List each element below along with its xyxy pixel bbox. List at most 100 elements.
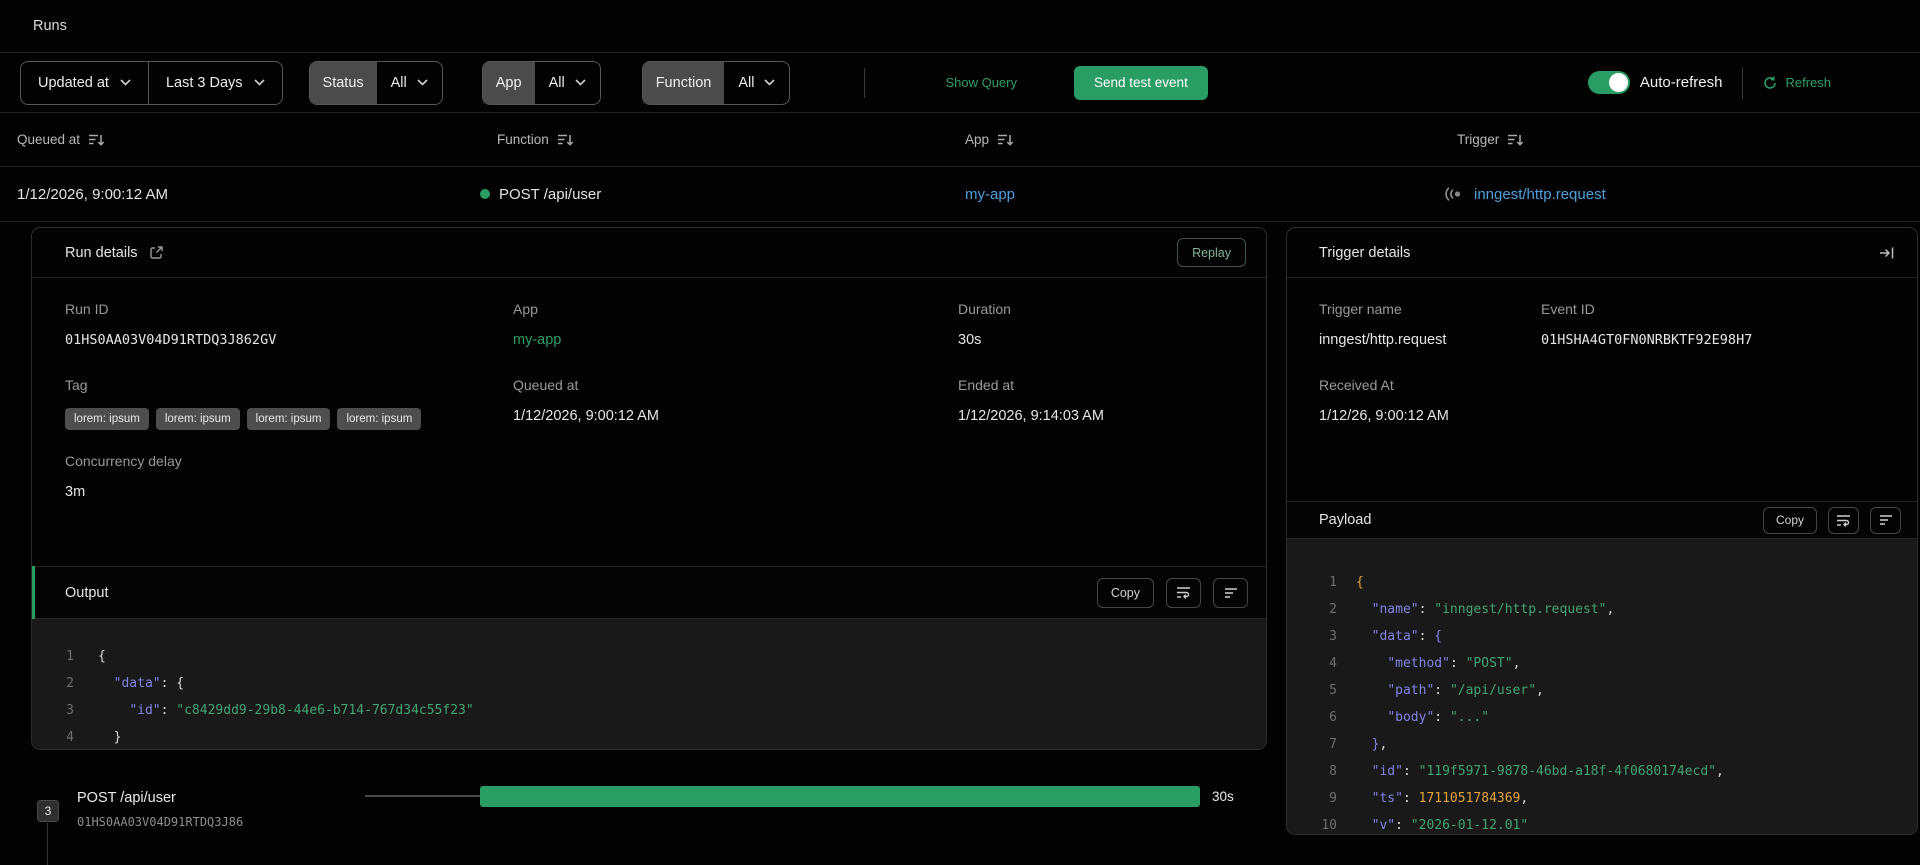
line-number: 5 — [1329, 683, 1337, 698]
code-line: 3 "data": { — [1287, 623, 1917, 650]
status-dot — [480, 189, 490, 199]
auto-refresh-toggle[interactable] — [1587, 71, 1630, 94]
word-wrap-button[interactable] — [1166, 577, 1201, 608]
output-accent-bar — [32, 566, 35, 619]
function-filter-label: Function — [642, 61, 725, 104]
event-id-value: 01HSHA4GT0FN0NRBKTF92E98H7 — [1541, 332, 1753, 348]
code-line: 6 "body": "..." — [1287, 704, 1917, 731]
trigger-details-panel: Trigger details Trigger name inngest/htt… — [1286, 227, 1918, 835]
run-details-header: Run details Replay — [32, 228, 1266, 278]
sort-icon[interactable] — [557, 133, 574, 147]
send-test-event-button[interactable]: Send test event — [1074, 65, 1208, 100]
column-queued-at: Queued at — [17, 113, 105, 166]
field-trigger-name: Trigger name inngest/http.request — [1319, 301, 1447, 348]
function-filter[interactable]: Function All — [641, 60, 791, 105]
refresh-button[interactable]: Refresh — [1763, 75, 1831, 90]
cell-queued-at: 1/12/2026, 9:00:12 AM — [17, 185, 168, 203]
timeline-run-id: 01HS0AA03V04D91RTDQ3J86 — [77, 815, 244, 829]
line-number: 6 — [1329, 710, 1337, 725]
code-line: 1{ — [32, 643, 1266, 670]
app-filter[interactable]: App All — [481, 60, 601, 105]
divider — [864, 67, 866, 98]
timeline-connector-line — [365, 795, 480, 797]
collapse-panel-icon[interactable] — [1879, 246, 1895, 260]
run-id-value: 01HS0AA03V04D91RTDQ3J862GV — [65, 332, 277, 348]
run-details-panel: Run details Replay Run ID 01HS0AA03V04D9… — [31, 227, 1267, 750]
chevron-down-icon — [764, 79, 776, 86]
line-number: 3 — [1329, 629, 1337, 644]
word-wrap-button[interactable] — [1828, 506, 1859, 534]
toggle-knob — [1608, 73, 1628, 92]
code-line: 7 }, — [1287, 731, 1917, 758]
tag-badge: lorem: ipsum — [246, 408, 331, 430]
external-link-icon[interactable] — [149, 245, 164, 260]
align-left-icon — [1224, 587, 1237, 598]
align-left-icon — [1879, 515, 1892, 525]
line-number: 1 — [1329, 575, 1337, 590]
column-app: App — [965, 113, 1014, 166]
time-field-dropdown[interactable]: Updated at — [21, 62, 148, 104]
field-duration: Duration 30s — [958, 301, 1011, 348]
format-button[interactable] — [1870, 506, 1901, 534]
trigger-details-header: Trigger details — [1287, 228, 1917, 278]
line-number: 2 — [66, 676, 74, 691]
divider — [1742, 66, 1744, 99]
format-button[interactable] — [1213, 577, 1248, 608]
timeline-duration-bar[interactable] — [480, 786, 1200, 807]
code-line: 1{ — [1287, 569, 1917, 596]
payload-title: Payload — [1319, 512, 1372, 528]
code-line: 4 "method": "POST", — [1287, 650, 1917, 677]
time-range-dropdown[interactable]: Last 3 Days — [149, 62, 282, 104]
field-concurrency-delay: Concurrency delay 3m — [65, 453, 182, 500]
output-section-header: Output Copy — [32, 566, 1266, 619]
column-function: Function — [497, 113, 574, 166]
show-query-link[interactable]: Show Query — [945, 75, 1017, 90]
tree-connector-line — [47, 823, 48, 865]
field-run-id: Run ID 01HS0AA03V04D91RTDQ3J862GV — [65, 301, 277, 348]
line-number: 9 — [1329, 791, 1337, 806]
replay-button[interactable]: Replay — [1177, 238, 1246, 267]
column-trigger: Trigger — [1457, 113, 1524, 166]
copy-payload-button[interactable]: Copy — [1762, 506, 1817, 534]
time-range-value: Last 3 Days — [165, 74, 243, 91]
sort-icon[interactable] — [1507, 133, 1524, 147]
field-tag: Tag lorem: ipsum lorem: ipsum lorem: ipsum… — [65, 377, 422, 430]
chevron-down-icon — [575, 79, 586, 86]
line-number: 10 — [1321, 818, 1337, 833]
payload-code: 1{2 "name": "inngest/http.request", 3 "da… — [1287, 539, 1917, 834]
copy-output-button[interactable]: Copy — [1096, 577, 1154, 608]
code-line: 4 } — [32, 724, 1266, 749]
code-line: 9 "ts": 1711051784369, — [1287, 785, 1917, 812]
table-row[interactable]: 1/12/2026, 9:00:12 AM POST /api/user my-… — [0, 167, 1920, 222]
code-line: 10 "v": "2026-01-12.01" — [1287, 812, 1917, 834]
chevron-down-icon — [120, 79, 131, 86]
tag-badge: lorem: ipsum — [65, 408, 149, 430]
step-count-badge[interactable]: 3 — [37, 800, 59, 822]
trigger-link[interactable]: inngest/http.request — [1474, 186, 1606, 203]
line-number: 8 — [1329, 764, 1337, 779]
status-filter-value: All — [377, 62, 442, 104]
output-code: 1{2 "data": {3 "id": "c8429dd9-29b8-44e6… — [32, 619, 1266, 749]
line-number: 4 — [1329, 656, 1337, 671]
status-filter[interactable]: Status All — [308, 60, 443, 105]
sort-icon[interactable] — [997, 133, 1014, 147]
tag-badge: lorem: ipsum — [337, 408, 422, 430]
payload-section-header: Payload Copy — [1287, 501, 1917, 539]
chevron-down-icon — [417, 79, 428, 86]
line-number: 2 — [1329, 602, 1337, 617]
field-app: App my-app — [513, 301, 562, 348]
field-received-at: Received At 1/12/26, 9:00:12 AM — [1319, 377, 1449, 424]
cell-app-link[interactable]: my-app — [965, 167, 1015, 221]
cell-trigger: inngest/http.request — [1445, 167, 1606, 221]
code-line: 8 "id": "119f5971-9878-46bd-a18f-4f06801… — [1287, 758, 1917, 785]
sort-icon[interactable] — [88, 133, 105, 147]
app-link[interactable]: my-app — [513, 332, 561, 348]
time-filter-group: Updated at Last 3 Days — [20, 60, 283, 105]
table-header: Queued at Function App Trigger — [0, 113, 1920, 167]
run-details-title: Run details — [65, 244, 138, 261]
word-wrap-icon — [1837, 514, 1850, 527]
app-filter-label: App — [482, 61, 535, 104]
line-number: 1 — [66, 649, 74, 664]
line-number: 7 — [1329, 737, 1337, 752]
code-line: 2 "data": { — [32, 670, 1266, 697]
